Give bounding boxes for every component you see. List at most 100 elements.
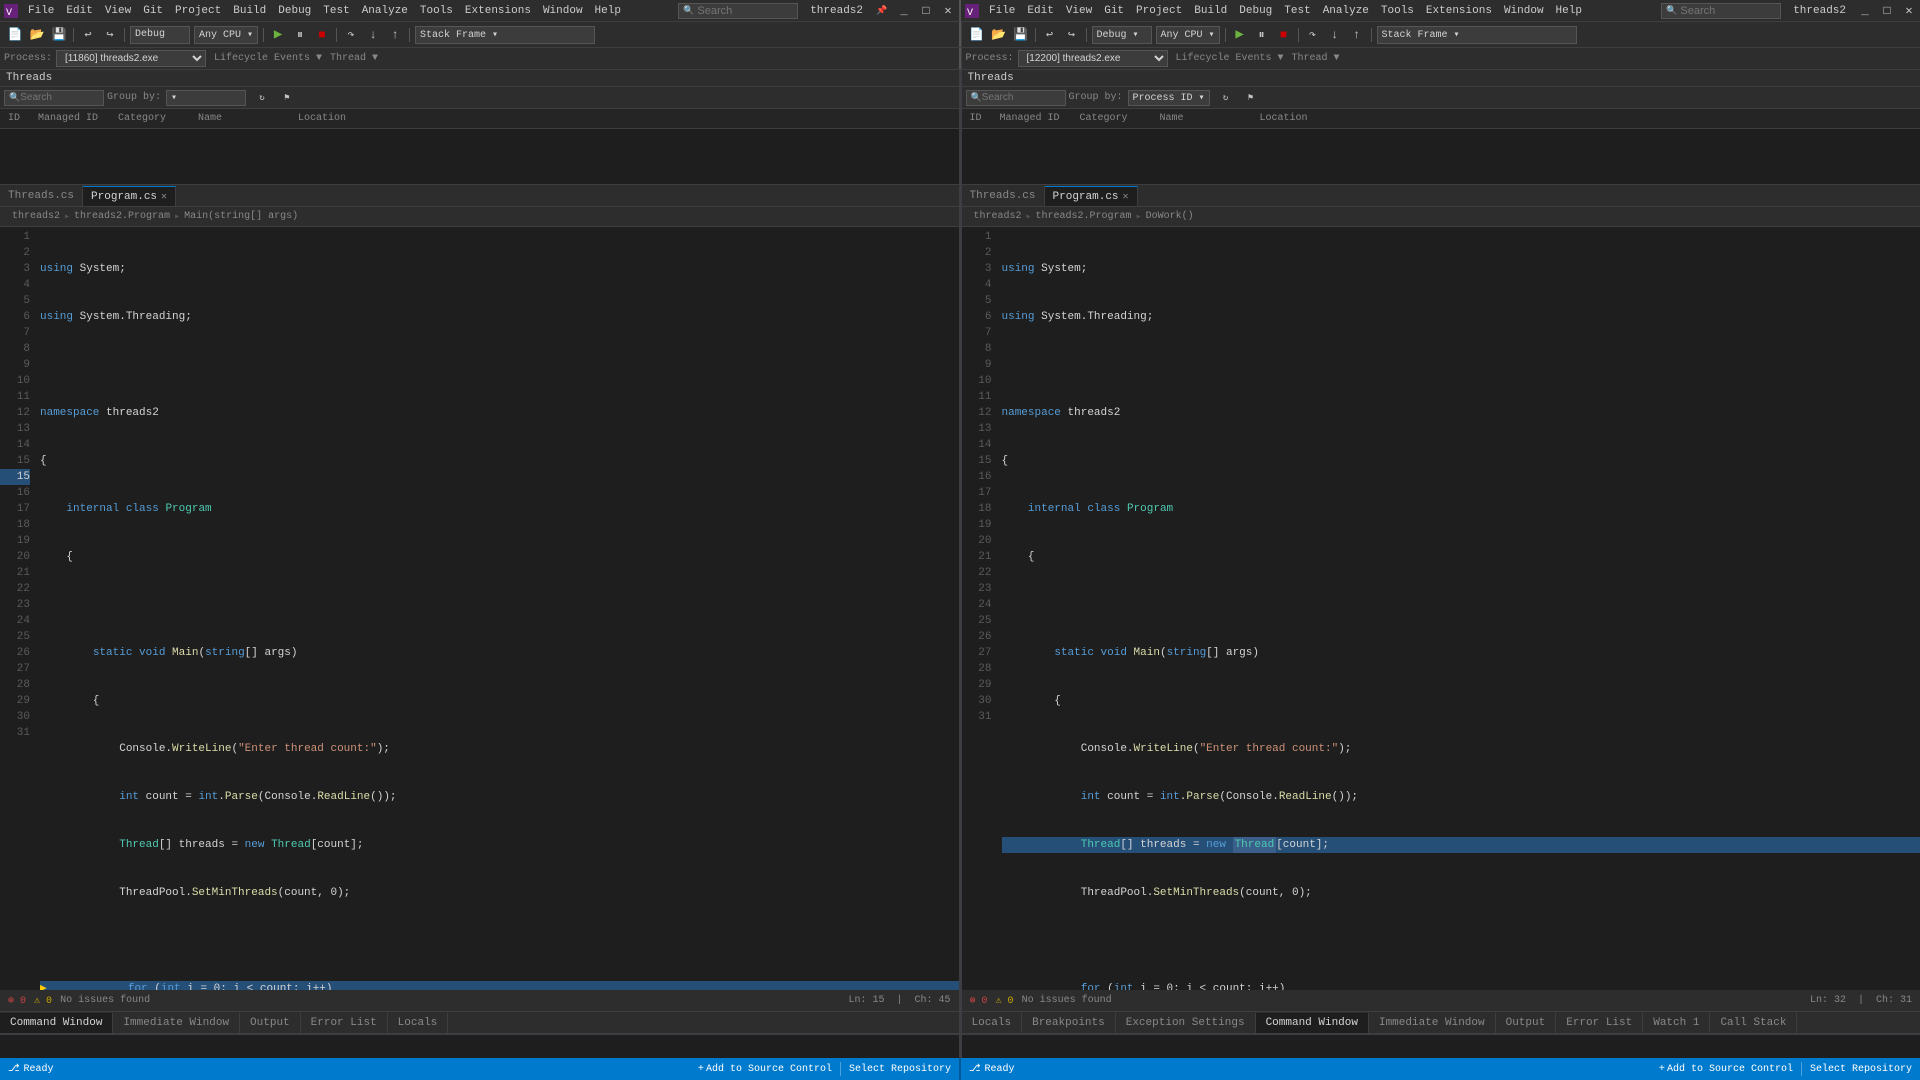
threads-refresh-left[interactable]: ↻ [252, 88, 272, 108]
menu-test-right[interactable]: Test [1278, 0, 1316, 21]
btab-errorlist-left[interactable]: Error List [301, 1013, 388, 1033]
select-repo-left[interactable]: Select Repository [841, 1058, 959, 1080]
menu-project-left[interactable]: Project [169, 0, 227, 21]
menu-view-left[interactable]: View [99, 0, 137, 21]
process-dropdown-left[interactable]: [11860] threads2.exe [56, 50, 206, 67]
btab-output-left[interactable]: Output [240, 1013, 301, 1033]
menu-git-right[interactable]: Git [1098, 0, 1130, 21]
undo-btn-left[interactable]: ↩ [78, 25, 98, 45]
stack-frame-left[interactable]: Stack Frame ▾ [415, 26, 595, 44]
menu-debug-right[interactable]: Debug [1233, 0, 1278, 21]
breadcrumb-class-right[interactable]: threads2.Program [1032, 211, 1136, 222]
step-out-left[interactable]: ↑ [385, 25, 405, 45]
pause-btn-right[interactable]: ⏸ [1252, 25, 1272, 45]
redo-btn-left[interactable]: ↪ [100, 25, 120, 45]
play-btn-left[interactable]: ▶ [268, 25, 288, 45]
minimize-btn-right[interactable]: _ [1855, 1, 1875, 21]
btab-output-right[interactable]: Output [1496, 1013, 1557, 1033]
breadcrumb-method-left[interactable]: Main(string[] args) [180, 211, 302, 222]
btab-immediate-right[interactable]: Immediate Window [1369, 1013, 1496, 1033]
any-cpu-right[interactable]: Any CPU ▾ [1156, 26, 1220, 44]
minimize-btn-left[interactable]: _ [894, 1, 914, 21]
threads-flag-left[interactable]: ⚑ [277, 88, 297, 108]
new-file-btn-left[interactable]: 📄 [5, 25, 25, 45]
menu-window-right[interactable]: Window [1498, 0, 1550, 21]
stack-frame-right[interactable]: Stack Frame ▾ [1377, 26, 1577, 44]
menu-help-left[interactable]: Help [589, 0, 627, 21]
menu-build-left[interactable]: Build [227, 0, 272, 21]
debug-mode-left[interactable]: Debug [130, 26, 190, 44]
select-repo-right[interactable]: Select Repository [1802, 1058, 1920, 1080]
add-to-source-right[interactable]: + Add to Source Control [1651, 1058, 1801, 1080]
step-over-right[interactable]: ↷ [1303, 25, 1323, 45]
open-btn-left[interactable]: 📂 [27, 25, 47, 45]
threads-search-right[interactable]: 🔍 [966, 90, 1066, 106]
step-in-left[interactable]: ↓ [363, 25, 383, 45]
menu-help-right[interactable]: Help [1550, 0, 1588, 21]
btab-watch1-right[interactable]: Watch 1 [1643, 1013, 1710, 1033]
debug-mode-right[interactable]: Debug ▾ [1092, 26, 1152, 44]
threads-flag-right[interactable]: ⚑ [1241, 88, 1261, 108]
stop-btn-right[interactable]: ■ [1274, 25, 1294, 45]
undo-btn-right[interactable]: ↩ [1040, 25, 1060, 45]
menu-tools-right[interactable]: Tools [1375, 0, 1420, 21]
menu-file-right[interactable]: File [983, 0, 1021, 21]
menu-test-left[interactable]: Test [317, 0, 355, 21]
threads-search-input-right[interactable] [982, 92, 1052, 103]
btab-exception-right[interactable]: Exception Settings [1116, 1013, 1256, 1033]
btab-locals-right[interactable]: Locals [962, 1013, 1023, 1033]
btab-command-left[interactable]: Command Window [0, 1013, 113, 1033]
pin-btn-left[interactable]: 📌 [872, 1, 892, 21]
step-over-left[interactable]: ↷ [341, 25, 361, 45]
add-to-source-left[interactable]: + Add to Source Control [690, 1058, 840, 1080]
process-dropdown-right[interactable]: [12200] threads2.exe [1018, 50, 1168, 67]
tab-close-program-right[interactable]: ✕ [1123, 191, 1129, 203]
new-file-btn-right[interactable]: 📄 [967, 25, 987, 45]
menu-debug-left[interactable]: Debug [272, 0, 317, 21]
menu-tools-left[interactable]: Tools [414, 0, 459, 21]
redo-btn-right[interactable]: ↪ [1062, 25, 1082, 45]
menu-view-right[interactable]: View [1060, 0, 1098, 21]
menu-edit-left[interactable]: Edit [60, 0, 98, 21]
search-input-right[interactable] [1680, 5, 1780, 17]
tab-program-right[interactable]: Program.cs ✕ [1045, 186, 1138, 206]
open-btn-right[interactable]: 📂 [989, 25, 1009, 45]
menu-project-right[interactable]: Project [1130, 0, 1188, 21]
tab-threads-left[interactable]: Threads.cs [0, 186, 83, 206]
group-by-dropdown-right[interactable]: Process ID ▾ [1128, 90, 1210, 106]
search-input-left[interactable] [697, 5, 797, 17]
menu-edit-right[interactable]: Edit [1021, 0, 1059, 21]
pause-btn-left[interactable]: ⏸ [290, 25, 310, 45]
breadcrumb-project-left[interactable]: threads2 [8, 211, 64, 222]
code-editor-left[interactable]: using System; using System.Threading; na… [36, 227, 959, 990]
btab-breakpoints-right[interactable]: Breakpoints [1022, 1013, 1116, 1033]
breadcrumb-method-right[interactable]: DoWork() [1142, 211, 1198, 222]
play-btn-right[interactable]: ▶ [1230, 25, 1250, 45]
btab-immediate-left[interactable]: Immediate Window [113, 1013, 240, 1033]
tab-close-program-left[interactable]: ✕ [161, 191, 167, 203]
threads-search-left[interactable]: 🔍 [4, 90, 104, 106]
tab-threads-right[interactable]: Threads.cs [962, 186, 1045, 206]
maximize-btn-right[interactable]: □ [1877, 1, 1897, 21]
code-editor-right[interactable]: using System; using System.Threading; na… [998, 227, 1920, 990]
threads-refresh-right[interactable]: ↻ [1216, 88, 1236, 108]
close-btn-left[interactable]: ✕ [938, 1, 958, 21]
menu-extensions-right[interactable]: Extensions [1420, 0, 1498, 21]
btab-callstack-right[interactable]: Call Stack [1710, 1013, 1797, 1033]
search-box-right[interactable]: 🔍 [1661, 3, 1781, 19]
breadcrumb-project-right[interactable]: threads2 [970, 211, 1026, 222]
menu-analyze-left[interactable]: Analyze [356, 0, 414, 21]
btab-command-right[interactable]: Command Window [1256, 1013, 1369, 1033]
menu-analyze-right[interactable]: Analyze [1317, 0, 1375, 21]
tab-program-left[interactable]: Program.cs ✕ [83, 186, 176, 206]
menu-build-right[interactable]: Build [1188, 0, 1233, 21]
menu-extensions-left[interactable]: Extensions [459, 0, 537, 21]
menu-window-left[interactable]: Window [537, 0, 589, 21]
breadcrumb-class-left[interactable]: threads2.Program [70, 211, 174, 222]
group-by-dropdown-left[interactable]: ▾ [166, 90, 246, 106]
stop-btn-left[interactable]: ■ [312, 25, 332, 45]
close-btn-right[interactable]: ✕ [1899, 1, 1919, 21]
maximize-btn-left[interactable]: □ [916, 1, 936, 21]
threads-search-input-left[interactable] [20, 92, 90, 103]
search-box-left[interactable]: 🔍 [678, 3, 798, 19]
